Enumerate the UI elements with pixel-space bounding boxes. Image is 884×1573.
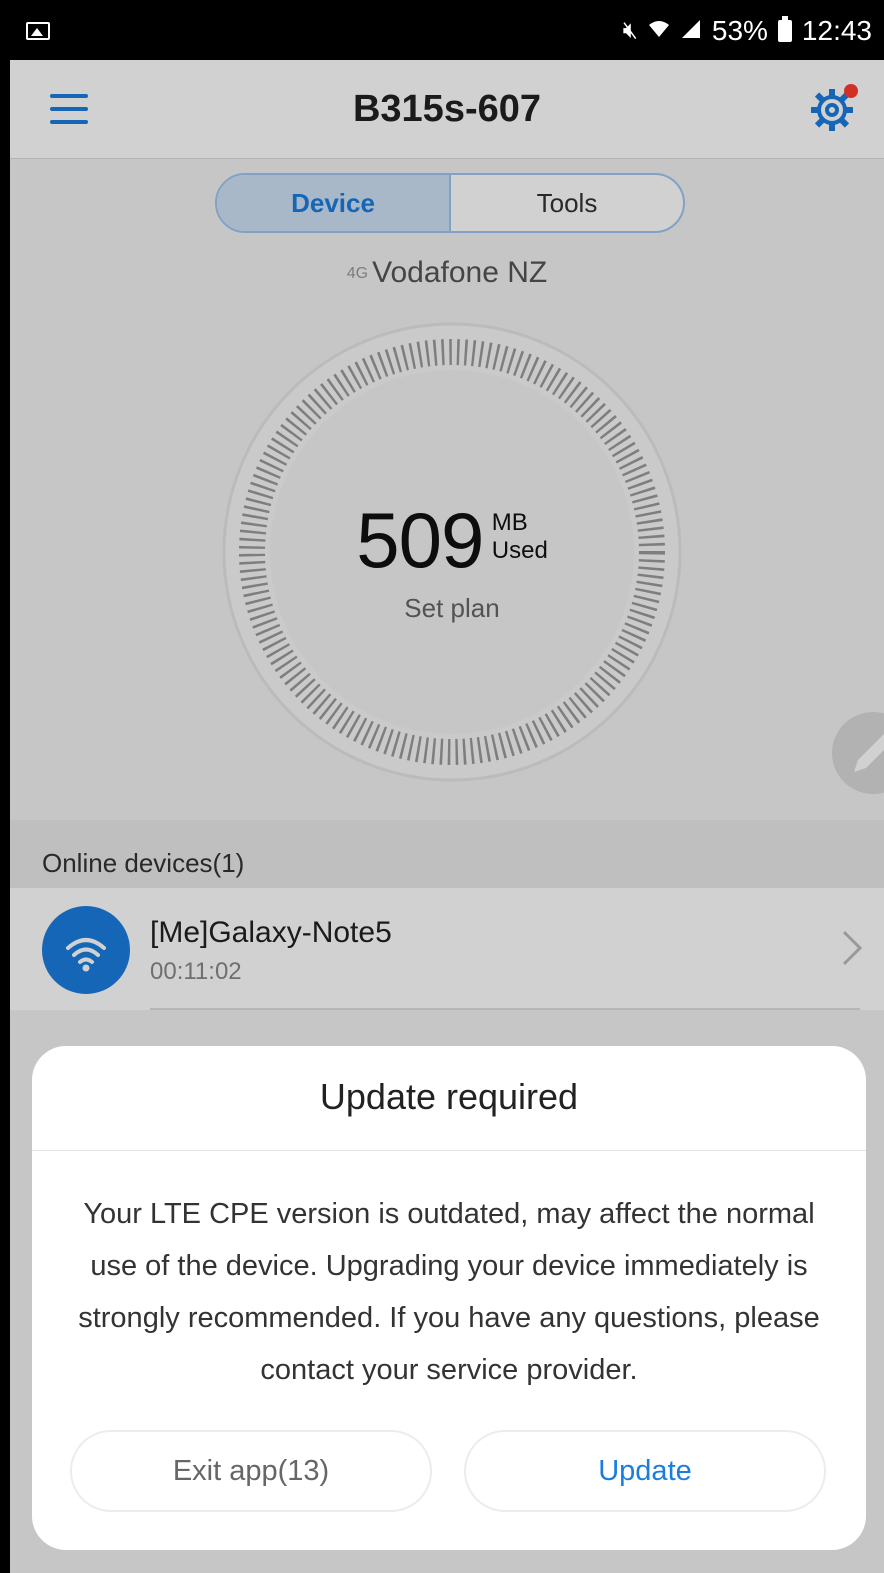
update-button[interactable]: Update — [464, 1430, 826, 1512]
dialog-message: Your LTE CPE version is outdated, may af… — [78, 1198, 820, 1386]
status-icons: 🔇︎ 53% 12:43 — [623, 14, 872, 48]
signal-icon — [680, 18, 702, 45]
mute-icon: 🔇︎ — [622, 17, 638, 44]
battery-percent: 53% — [711, 15, 768, 46]
screen: 🔇︎ 53% 12:43 B315s-607 Device Tools 4G V… — [10, 0, 884, 1573]
exit-app-button[interactable]: Exit app(13) — [70, 1430, 432, 1512]
gallery-icon — [26, 22, 50, 40]
dialog-title: Update required — [319, 1076, 579, 1117]
battery-icon — [777, 16, 792, 42]
wifi-icon — [648, 18, 670, 45]
clock: 12:43 — [801, 15, 872, 46]
update-dialog: Update required Your LTE CPE version is … — [32, 1046, 866, 1550]
dialog-divider — [32, 1150, 866, 1151]
status-bar: 🔇︎ 53% 12:43 — [10, 0, 884, 60]
